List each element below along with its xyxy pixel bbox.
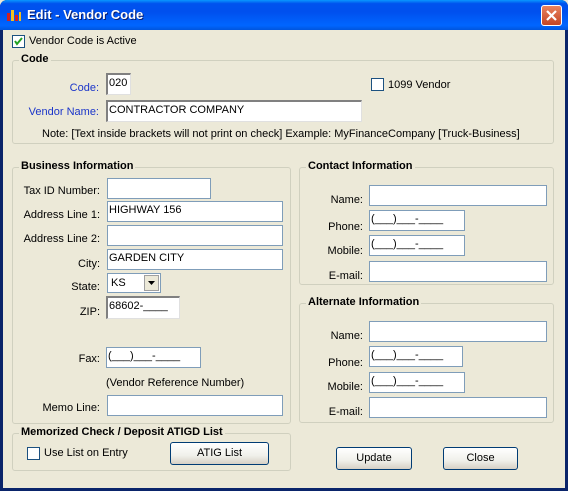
dialog-body: Vendor Code is Active Code Code: 020 109… (3, 30, 565, 488)
contact-phone-field[interactable]: (___)___-____ (369, 210, 465, 231)
memo-field[interactable] (107, 395, 283, 416)
city-label: City: (78, 258, 100, 270)
address1-field[interactable]: HIGHWAY 156 (107, 201, 283, 222)
tax-id-field[interactable] (107, 178, 211, 199)
vendor-1099-checkbox[interactable] (371, 78, 384, 91)
alternate-email-label: E-mail: (328, 406, 363, 418)
use-list-label: Use List on Entry (44, 447, 128, 459)
zip-field[interactable]: 68602-____ (106, 296, 180, 319)
checkmark-icon (14, 37, 23, 46)
vendor-1099-label: 1099 Vendor (388, 79, 451, 91)
use-list-checkbox[interactable] (27, 447, 40, 460)
contact-info-title: Contact Information (306, 160, 415, 172)
code-field[interactable]: 020 (106, 73, 131, 95)
update-button[interactable]: Update (336, 447, 412, 470)
vendor-active-label: Vendor Code is Active (29, 35, 137, 47)
address1-label: Address Line 1: (23, 209, 100, 221)
window-title: Edit - Vendor Code (27, 7, 144, 22)
alternate-mobile-field[interactable]: (___)___-____ (369, 372, 465, 393)
vendor-reference-note: (Vendor Reference Number) (106, 377, 245, 389)
atig-list-button[interactable]: ATIG List (170, 442, 269, 465)
contact-name-field[interactable] (369, 185, 547, 206)
close-icon (546, 10, 557, 21)
memo-label: Memo Line: (42, 402, 100, 414)
alternate-email-field[interactable] (369, 397, 547, 418)
zip-label: ZIP: (79, 306, 100, 318)
contact-email-label: E-mail: (328, 270, 363, 282)
code-group-title: Code (19, 53, 51, 65)
contact-phone-label: Phone: (328, 221, 363, 233)
memorized-list-title: Memorized Check / Deposit ATIGD List (19, 426, 225, 438)
chevron-down-icon[interactable] (144, 275, 159, 291)
fax-label: Fax: (78, 353, 100, 365)
alternate-name-field[interactable] (369, 321, 547, 342)
address2-field[interactable] (107, 225, 283, 246)
alternate-phone-label: Phone: (328, 357, 363, 369)
city-field[interactable]: GARDEN CITY (107, 249, 283, 270)
state-label: State: (71, 281, 100, 293)
code-label: Code: (69, 82, 99, 94)
close-window-button[interactable] (541, 5, 562, 26)
vendor-active-checkbox[interactable] (12, 35, 25, 48)
fax-field[interactable]: (___)___-____ (106, 347, 201, 368)
contact-name-label: Name: (330, 194, 363, 206)
state-value: KS (111, 277, 126, 289)
dialog-window: Edit - Vendor Code Vendor Code is Active… (0, 0, 568, 491)
close-button[interactable]: Close (443, 447, 518, 470)
alternate-info-title: Alternate Information (306, 296, 422, 308)
alternate-phone-field[interactable]: (___)___-____ (369, 346, 463, 367)
app-logo-icon (6, 7, 22, 23)
bracket-note: Note: [Text inside brackets will not pri… (42, 128, 520, 140)
address2-label: Address Line 2: (23, 233, 100, 245)
vendor-name-field[interactable]: CONTRACTOR COMPANY (106, 100, 362, 122)
alternate-name-label: Name: (330, 330, 363, 342)
contact-email-field[interactable] (369, 261, 547, 282)
title-bar[interactable]: Edit - Vendor Code (0, 0, 568, 30)
alternate-mobile-label: Mobile: (327, 381, 363, 393)
vendor-name-label: Vendor Name: (28, 106, 99, 118)
tax-id-label: Tax ID Number: (23, 185, 100, 197)
business-info-title: Business Information (19, 160, 136, 172)
state-select[interactable]: KS (107, 273, 161, 293)
contact-mobile-label: Mobile: (327, 245, 363, 257)
contact-mobile-field[interactable]: (___)___-____ (369, 235, 465, 256)
